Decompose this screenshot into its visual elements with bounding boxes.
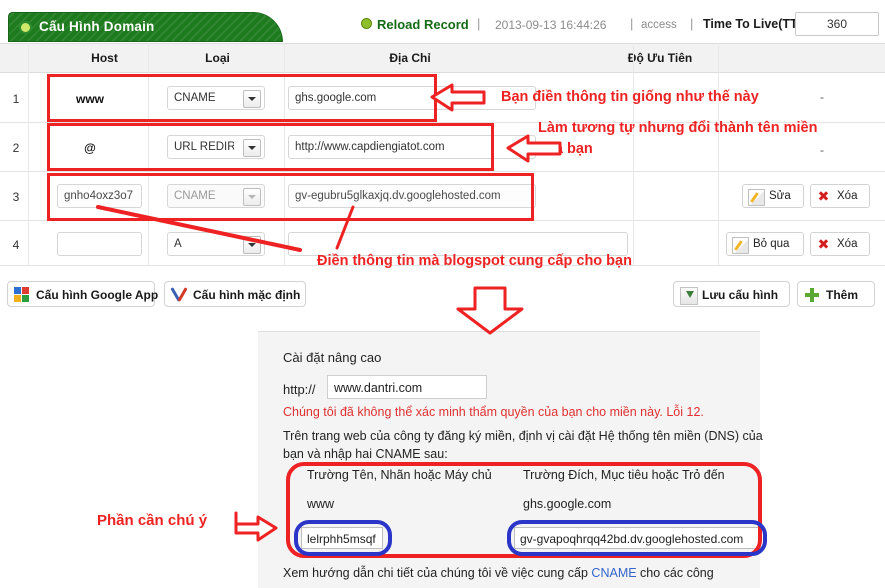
reload-record-link[interactable]: Reload Record bbox=[377, 17, 469, 32]
down-arrow bbox=[456, 286, 524, 335]
column-divider bbox=[718, 43, 719, 265]
column-header-host: Host bbox=[91, 51, 118, 65]
cname-col-header-dest: Trường Đích, Mục tiêu hoặc Trỏ đến bbox=[523, 468, 725, 482]
edit-button-row3[interactable]: Sửa bbox=[742, 184, 804, 208]
cname-help-link[interactable]: CNAME bbox=[591, 566, 636, 580]
instruction-paragraph: Trên trang web của công ty đăng ký miền,… bbox=[283, 429, 763, 461]
annotation-box-row2 bbox=[47, 123, 494, 171]
header-separator-1: | bbox=[477, 16, 481, 31]
row-type-value: A bbox=[174, 238, 182, 250]
column-header-priority: Độ Ưu Tiên bbox=[627, 51, 693, 65]
save-config-label: Lưu cấu hình bbox=[702, 288, 779, 302]
save-icon bbox=[680, 287, 698, 305]
delete-button-row3[interactable]: ✖ Xóa bbox=[810, 184, 870, 208]
error-message: Chúng tôi đã không thể xác minh thẩm quy… bbox=[283, 405, 704, 419]
timestamp-label: 2013-09-13 16:44:26 bbox=[495, 18, 607, 32]
row-priority-value: - bbox=[820, 90, 824, 104]
cname-col-header-name: Trường Tên, Nhãn hoặc Máy chủ bbox=[307, 468, 492, 482]
column-divider bbox=[633, 43, 634, 265]
table-header-row: Host Loại Địa Chỉ Độ Ưu Tiên bbox=[0, 43, 885, 73]
http-prefix-label: http:// bbox=[283, 382, 316, 397]
domain-config-tab[interactable]: Cấu Hình Domain bbox=[8, 12, 283, 42]
cname-row2-name-field[interactable]: lelrphh5msqf bbox=[301, 527, 383, 549]
cname-row1-name: www bbox=[307, 497, 335, 511]
google-app-config-label: Cấu hình Google App bbox=[36, 288, 159, 302]
annotation-box-row1 bbox=[47, 74, 437, 122]
add-row-button[interactable]: Thêm bbox=[797, 281, 875, 307]
column-header-address: Địa Chỉ bbox=[389, 51, 431, 65]
row-number: 4 bbox=[12, 238, 20, 252]
panel-top-divider bbox=[258, 331, 760, 332]
tab-title: Cấu Hình Domain bbox=[39, 19, 155, 34]
annotation-box-row3 bbox=[47, 173, 534, 221]
header-separator-2: | bbox=[630, 16, 634, 31]
domain-input[interactable]: www.dantri.com bbox=[327, 375, 487, 399]
cname-row1-dest: ghs.google.com bbox=[523, 497, 612, 511]
tools-icon bbox=[170, 286, 188, 303]
google-app-config-button[interactable]: Cấu hình Google App bbox=[7, 281, 159, 307]
add-row-label: Thêm bbox=[826, 288, 859, 302]
reload-bullet-icon bbox=[362, 19, 371, 28]
annotation-note-2-line1: Làm tương tự nhưng đổi thành tên miền bbox=[538, 120, 818, 136]
skip-button-row4[interactable]: Bỏ qua bbox=[726, 232, 804, 256]
footer-pre-text: Xem hướng dẫn chi tiết của chúng tôi về … bbox=[283, 566, 592, 580]
plus-icon bbox=[805, 288, 819, 302]
tab-bullet-icon bbox=[21, 23, 30, 32]
default-config-button[interactable]: Cấu hình mặc định bbox=[164, 281, 306, 307]
app-root: Cấu Hình Domain Reload Record | 2013-09-… bbox=[0, 0, 885, 588]
annotation-note-1: Bạn điền thông tin giống như thế này bbox=[501, 89, 759, 105]
footer-post-text: cho các công bbox=[636, 566, 714, 580]
delete-button-label: Xóa bbox=[837, 238, 858, 250]
header-separator-3: | bbox=[690, 16, 694, 31]
panel-footer-text: Xem hướng dẫn chi tiết của chúng tôi về … bbox=[283, 566, 714, 580]
row-host-input[interactable] bbox=[57, 232, 142, 256]
skip-button-label: Bỏ qua bbox=[753, 238, 790, 250]
cname-row2-dest-field[interactable]: gv-gvapoqhrqq42bd.dv.googlehosted.com bbox=[514, 527, 759, 549]
default-config-label: Cấu hình mặc định bbox=[193, 288, 301, 302]
ttl-input[interactable]: 360 bbox=[795, 12, 879, 36]
annotation-note-3: Điền thông tin mà blogspot cung cấp cho … bbox=[317, 253, 632, 269]
chevron-down-icon[interactable] bbox=[243, 236, 261, 254]
row-priority-value: - bbox=[820, 143, 824, 157]
google-icon bbox=[14, 287, 30, 303]
panel-title: Cài đặt nâng cao bbox=[283, 350, 382, 365]
save-config-button[interactable]: Lưu cấu hình bbox=[673, 281, 790, 307]
top-header-bar: Cấu Hình Domain Reload Record | 2013-09-… bbox=[0, 0, 885, 43]
pencil-icon bbox=[748, 189, 765, 206]
close-icon: ✖ bbox=[817, 236, 830, 252]
annotation-note-4: Phần cần chú ý bbox=[97, 512, 208, 529]
close-icon: ✖ bbox=[817, 188, 830, 204]
column-header-type: Loại bbox=[205, 51, 230, 65]
row-number: 3 bbox=[12, 190, 20, 204]
row-type-select[interactable]: A bbox=[167, 232, 265, 256]
row-number: 1 bbox=[12, 92, 20, 106]
row-divider bbox=[0, 171, 885, 172]
delete-button-row4[interactable]: ✖ Xóa bbox=[810, 232, 870, 256]
annotation-note-2-line2: của bạn bbox=[538, 141, 593, 157]
pencil-icon bbox=[732, 237, 749, 254]
access-label: access bbox=[641, 19, 677, 31]
edit-button-label: Sửa bbox=[769, 190, 791, 202]
row-number: 2 bbox=[12, 141, 20, 155]
delete-button-label: Xóa bbox=[837, 190, 858, 202]
